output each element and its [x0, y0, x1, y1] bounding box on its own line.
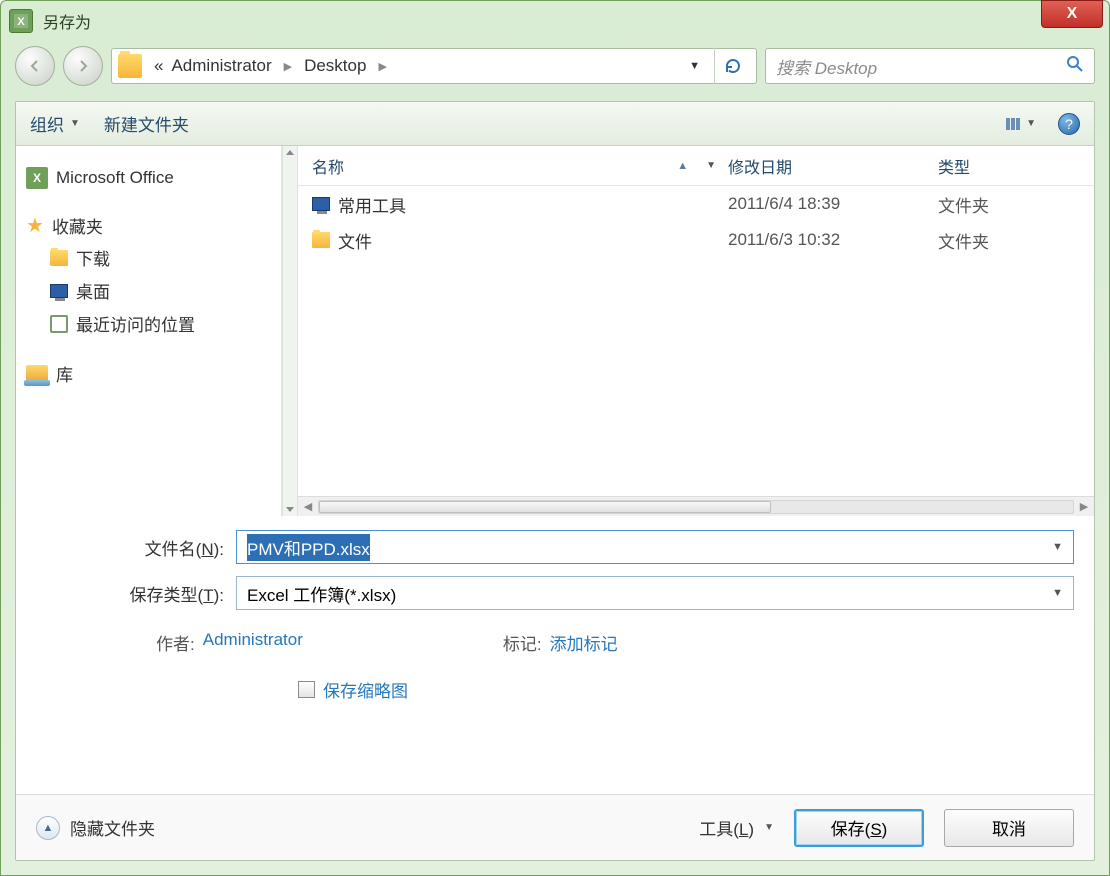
sort-arrow-icon: ▲ — [677, 160, 688, 172]
navigation-row: « Administrator ▶ Desktop ▶ ▼ 搜索 Desktop — [1, 41, 1109, 91]
view-options-button[interactable]: ▼ — [1006, 118, 1036, 130]
chevron-down-icon: ▼ — [764, 822, 774, 833]
chevron-down-icon: ▼ — [70, 118, 80, 129]
forward-button[interactable] — [63, 46, 103, 86]
sidebar-item-desktop[interactable]: 桌面 — [24, 274, 273, 307]
search-placeholder: 搜索 Desktop — [776, 54, 1066, 79]
desktop-icon — [312, 197, 330, 211]
recent-icon — [50, 315, 68, 333]
column-header-name[interactable]: 名称 ▲ ▼ — [298, 154, 728, 178]
triangle-down-icon — [286, 507, 294, 512]
scroll-track[interactable] — [318, 500, 1074, 514]
triangle-up-icon — [286, 150, 294, 155]
file-row[interactable]: 常用工具 2011/6/4 18:39 文件夹 — [298, 186, 1094, 222]
pane-resizer[interactable] — [282, 146, 298, 516]
file-name: 常用工具 — [338, 192, 406, 217]
scroll-right-icon[interactable]: ▶ — [1074, 498, 1094, 516]
scroll-thumb[interactable] — [319, 501, 771, 513]
desktop-icon — [50, 284, 68, 298]
hide-folders-toggle[interactable]: ▲ 隐藏文件夹 — [36, 815, 155, 840]
tags-field[interactable]: 标记: 添加标记 — [503, 630, 618, 655]
save-as-dialog: X 另存为 X « Administrator ▶ Desktop ▶ ▼ — [0, 0, 1110, 876]
collapse-icon: ▲ — [36, 816, 60, 840]
breadcrumb-seg-administrator[interactable]: Administrator — [167, 56, 275, 76]
filename-value: PMV和PPD.xlsx — [247, 534, 370, 561]
bottom-bar: ▲ 隐藏文件夹 工具(L) ▼ 保存(S) 取消 — [16, 794, 1094, 860]
horizontal-scrollbar[interactable]: ◀ ▶ — [298, 496, 1094, 516]
sidebar-item-favorites[interactable]: ★ 收藏夹 — [24, 210, 273, 241]
cancel-button[interactable]: 取消 — [944, 809, 1074, 847]
column-header-type[interactable]: 类型 — [938, 154, 1094, 178]
thumbnail-label: 保存缩略图 — [323, 677, 408, 702]
search-icon — [1066, 55, 1084, 78]
file-date: 2011/6/3 10:32 — [728, 230, 938, 250]
libraries-icon — [26, 365, 48, 383]
back-button[interactable] — [15, 46, 55, 86]
breadcrumb-separator: ▶ — [284, 60, 292, 73]
save-button[interactable]: 保存(S) — [794, 809, 924, 847]
savetype-label: 保存类型(T): — [36, 581, 236, 606]
folder-icon — [312, 232, 330, 248]
breadcrumb-overflow[interactable]: « — [150, 56, 167, 76]
file-name: 文件 — [338, 228, 372, 253]
view-icon — [1006, 118, 1020, 130]
file-date: 2011/6/4 18:39 — [728, 194, 938, 214]
excel-icon: X — [26, 167, 48, 189]
address-dropdown-icon[interactable]: ▼ — [683, 60, 706, 72]
sidebar-item-libraries[interactable]: 库 — [24, 358, 273, 389]
excel-app-icon: X — [9, 9, 33, 33]
dialog-body: 组织 ▼ 新建文件夹 ▼ ? X Microsoft Office — [15, 101, 1095, 861]
search-box[interactable]: 搜索 Desktop — [765, 48, 1095, 84]
author-field[interactable]: 作者: Administrator — [156, 630, 303, 655]
svg-text:X: X — [17, 16, 25, 28]
toolbar: 组织 ▼ 新建文件夹 ▼ ? — [16, 102, 1094, 146]
content-area: X Microsoft Office ★ 收藏夹 下载 桌面 — [16, 146, 1094, 516]
refresh-button[interactable] — [714, 48, 750, 84]
file-list: 名称 ▲ ▼ 修改日期 类型 常用工具 2011/6/4 18:39 文件夹 — [298, 146, 1094, 516]
chevron-down-icon[interactable]: ▼ — [1052, 541, 1063, 553]
form-area: 文件名(N): PMV和PPD.xlsx ▼ 保存类型(T): Excel 工作… — [16, 516, 1094, 722]
address-bar[interactable]: « Administrator ▶ Desktop ▶ ▼ — [111, 48, 757, 84]
column-header-date[interactable]: 修改日期 — [728, 154, 938, 178]
scroll-left-icon[interactable]: ◀ — [298, 498, 318, 516]
file-type: 文件夹 — [938, 228, 1094, 253]
chevron-down-icon[interactable]: ▼ — [1052, 587, 1063, 599]
sidebar-item-recent[interactable]: 最近访问的位置 — [24, 307, 273, 340]
thumbnail-checkbox[interactable] — [298, 681, 315, 698]
chevron-down-icon: ▼ — [706, 160, 716, 171]
sidebar-item-downloads[interactable]: 下载 — [24, 241, 273, 274]
organize-menu[interactable]: 组织 ▼ — [30, 111, 80, 136]
help-button[interactable]: ? — [1058, 113, 1080, 135]
navigation-pane: X Microsoft Office ★ 收藏夹 下载 桌面 — [16, 146, 282, 516]
folder-icon — [50, 250, 68, 266]
star-icon: ★ — [26, 213, 44, 238]
close-button[interactable]: X — [1041, 0, 1103, 28]
filename-input[interactable]: PMV和PPD.xlsx ▼ — [236, 530, 1074, 564]
file-row[interactable]: 文件 2011/6/3 10:32 文件夹 — [298, 222, 1094, 258]
chevron-down-icon: ▼ — [1026, 118, 1036, 129]
filename-label: 文件名(N): — [36, 535, 236, 560]
breadcrumb-seg-desktop[interactable]: Desktop — [300, 56, 370, 76]
new-folder-button[interactable]: 新建文件夹 — [104, 111, 189, 136]
file-type: 文件夹 — [938, 192, 1094, 217]
savetype-value: Excel 工作簿(*.xlsx) — [247, 581, 396, 606]
sidebar-item-office[interactable]: X Microsoft Office — [24, 164, 273, 192]
window-title: 另存为 — [43, 9, 91, 33]
breadcrumb-separator: ▶ — [378, 60, 386, 73]
close-icon: X — [1067, 5, 1078, 23]
titlebar: X 另存为 X — [1, 1, 1109, 41]
folder-icon — [118, 54, 142, 78]
tools-menu[interactable]: 工具(L) ▼ — [699, 815, 774, 840]
column-headers: 名称 ▲ ▼ 修改日期 类型 — [298, 146, 1094, 186]
savetype-select[interactable]: Excel 工作簿(*.xlsx) ▼ — [236, 576, 1074, 610]
